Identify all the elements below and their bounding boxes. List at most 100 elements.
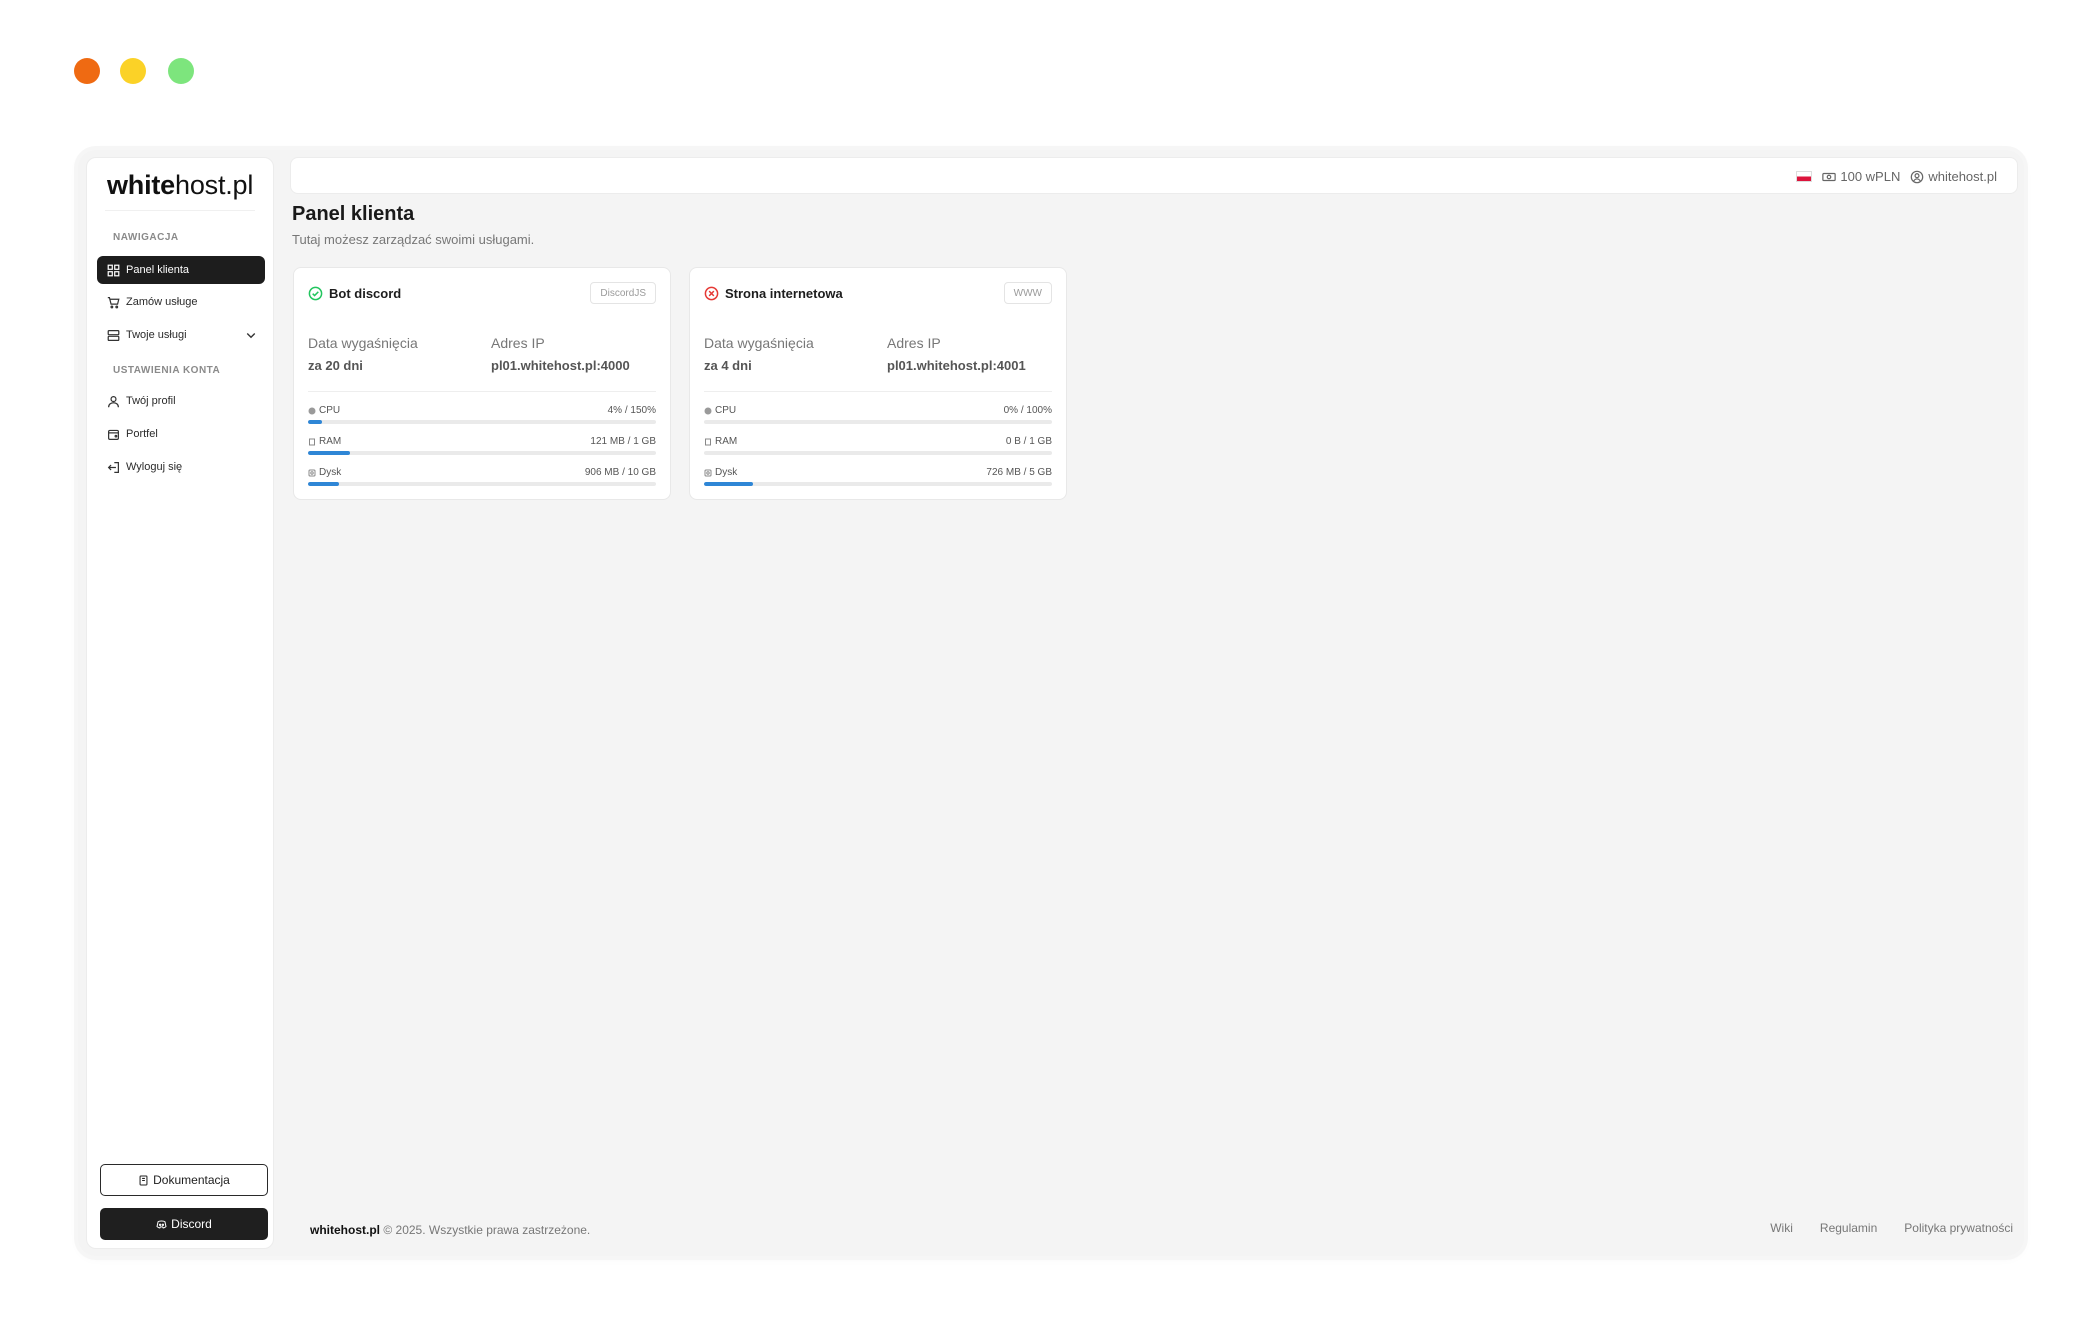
disk-bar-fill (308, 482, 340, 486)
sidebar-item-label: Portfel (126, 428, 158, 440)
ram-label: RAM (319, 436, 342, 447)
cpu-icon (704, 407, 712, 414)
cpu-value: 0% / 100% (1003, 405, 1052, 416)
disk-metric: Dysk 906 MB / 10 GB (308, 467, 656, 487)
cpu-icon (308, 407, 316, 414)
server-icon (107, 329, 120, 341)
ip-label: Adres IP (491, 335, 545, 351)
top-bar: 100 wPLN whitehost.pl (290, 157, 2018, 194)
ram-label: RAM (715, 436, 738, 447)
user-circle-icon (1911, 170, 1924, 183)
nav-section-title: NAWIGACJA (113, 232, 179, 243)
polish-flag-icon[interactable] (1796, 171, 1813, 182)
sidebar-item-services[interactable]: Twoje usługi (97, 321, 265, 349)
balance-value[interactable]: 100 wPLN (1840, 169, 1900, 184)
expiry-label: Data wygaśnięcia (704, 335, 814, 351)
account-section-title: USTAWIENIA KONTA (113, 365, 221, 376)
cpu-label: CPU (715, 405, 737, 416)
ram-bar (308, 451, 656, 455)
sidebar-item-label: Zamów usługe (126, 296, 198, 308)
disk-value: 906 MB / 10 GB (584, 467, 656, 478)
status-active-icon (308, 286, 323, 301)
ip-label: Adres IP (887, 335, 941, 351)
ram-bar (704, 451, 1052, 455)
discord-button-label: Discord (171, 1217, 212, 1231)
disk-label: Dysk (319, 467, 342, 478)
ram-metric: RAM 121 MB / 1 GB (308, 436, 656, 456)
sidebar-item-label: Twoje usługi (126, 329, 187, 341)
cart-icon (107, 296, 120, 308)
disk-value: 726 MB / 5 GB (986, 467, 1052, 478)
sidebar-item-order[interactable]: Zamów usługe (97, 288, 265, 316)
cpu-metric: CPU 4% / 150% (308, 405, 656, 425)
disk-bar-fill (704, 482, 753, 486)
memory-icon (705, 438, 711, 445)
footer-links: Wiki Regulamin Polityka prywatności (1770, 1221, 2013, 1235)
disk-icon (704, 469, 712, 476)
cpu-bar-fill (308, 420, 322, 424)
wallet-icon (108, 429, 119, 440)
brand-logo[interactable]: whitehost.pl (107, 170, 253, 201)
page-subtitle: Tutaj możesz zarządzać swoimi usługami. (292, 232, 535, 247)
disk-label: Dysk (715, 467, 738, 478)
chevron-down-icon[interactable] (245, 329, 257, 341)
window-maximize-dot[interactable] (168, 58, 194, 84)
status-stopped-icon (704, 286, 719, 301)
brand-logo-bold: white (107, 170, 176, 200)
sidebar-item-wallet[interactable]: Portfel (97, 420, 265, 448)
ram-metric: RAM 0 B / 1 GB (704, 436, 1052, 456)
cpu-bar (704, 420, 1052, 424)
disk-bar (308, 482, 656, 486)
footer-copyright-text: © 2025. Wszystkie prawa zastrzeżone. (383, 1223, 591, 1237)
service-name: Strona internetowa (725, 286, 843, 301)
footer-link-terms[interactable]: Regulamin (1820, 1221, 1877, 1235)
documentation-button[interactable]: Dokumentacja (100, 1164, 268, 1196)
expiry-value: za 4 dni (704, 358, 752, 373)
footer-link-wiki[interactable]: Wiki (1770, 1221, 1793, 1235)
page-title: Panel klienta (292, 203, 415, 225)
ip-value: pl01.whitehost.pl:4001 (887, 358, 1026, 373)
ram-value: 0 B / 1 GB (1005, 436, 1052, 447)
username-menu[interactable]: whitehost.pl (1928, 169, 1997, 184)
logout-icon (107, 461, 119, 473)
logo-divider (105, 210, 255, 211)
book-icon (139, 1175, 148, 1185)
service-card[interactable]: Strona internetowa WWW Data wygaśnięcia … (689, 267, 1067, 500)
card-divider (704, 391, 1052, 392)
discord-button[interactable]: Discord (100, 1208, 268, 1240)
cpu-value: 4% / 150% (607, 405, 656, 416)
footer-copyright: whitehost.pl © 2025. Wszystkie prawa zas… (310, 1223, 590, 1237)
footer-brand[interactable]: whitehost.pl (310, 1223, 380, 1237)
sidebar-item-logout[interactable]: Wyloguj się (97, 453, 265, 481)
dashboard-icon (107, 264, 120, 276)
user-icon (108, 395, 119, 407)
ram-bar-fill (308, 451, 350, 455)
service-tag: DiscordJS (590, 282, 656, 304)
service-card[interactable]: Bot discord DiscordJS Data wygaśnięcia A… (293, 267, 671, 500)
brand-logo-rest: host.pl (175, 170, 254, 200)
ram-value: 121 MB / 1 GB (590, 436, 656, 447)
discord-icon (156, 1219, 167, 1228)
disk-bar (704, 482, 1052, 486)
expiry-label: Data wygaśnięcia (308, 335, 418, 351)
ip-value: pl01.whitehost.pl:4000 (491, 358, 630, 373)
disk-metric: Dysk 726 MB / 5 GB (704, 467, 1052, 487)
cpu-label: CPU (319, 405, 341, 416)
sidebar-item-label: Panel klienta (126, 264, 189, 276)
expiry-value: za 20 dni (308, 358, 363, 373)
disk-icon (308, 469, 316, 476)
cpu-metric: CPU 0% / 100% (704, 405, 1052, 425)
window-close-dot[interactable] (74, 58, 100, 84)
card-divider (308, 391, 656, 392)
sidebar: whitehost.pl NAWIGACJA Panel klienta Zam… (86, 157, 274, 1249)
sidebar-item-label: Wyloguj się (126, 461, 183, 473)
cpu-bar (308, 420, 656, 424)
money-icon (1822, 172, 1837, 181)
service-tag: WWW (1003, 282, 1052, 304)
sidebar-item-profile[interactable]: Twój profil (97, 387, 265, 415)
window-minimize-dot[interactable] (120, 58, 146, 84)
service-name: Bot discord (329, 286, 402, 301)
footer-link-privacy[interactable]: Polityka prywatności (1904, 1221, 2013, 1235)
sidebar-item-dashboard[interactable]: Panel klienta (97, 256, 265, 284)
memory-icon (309, 438, 315, 445)
